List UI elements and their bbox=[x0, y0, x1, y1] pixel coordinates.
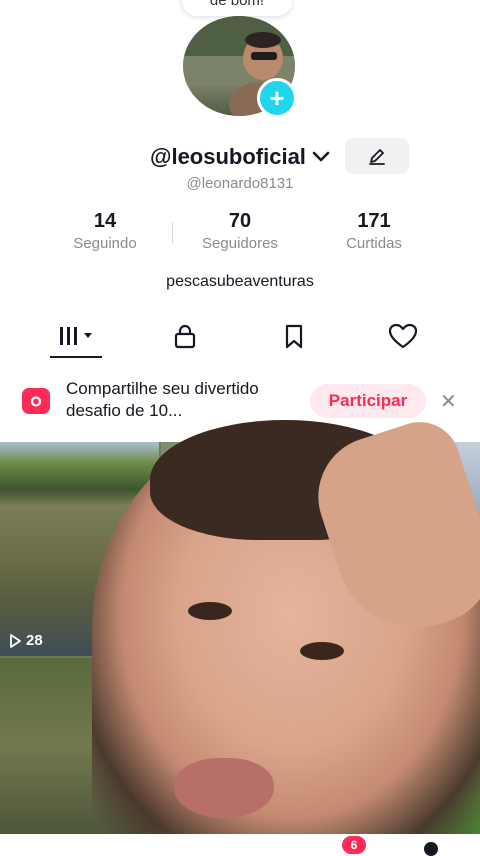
challenge-text: Compartilhe seu divertido desafio de 10.… bbox=[66, 379, 259, 420]
grid-icon bbox=[60, 327, 92, 345]
camera-preview-mouth bbox=[174, 758, 274, 818]
heart-icon bbox=[388, 323, 418, 349]
tab-private[interactable] bbox=[155, 318, 215, 354]
stat-likes[interactable]: 171 Curtidas bbox=[309, 210, 439, 252]
stat-value: 14 bbox=[93, 210, 117, 232]
stat-label: Seguindo bbox=[73, 235, 137, 252]
tooltip-text: de bom! bbox=[209, 0, 265, 9]
tooltip-bubble: de bom! bbox=[182, 0, 292, 16]
camera-preview-eye bbox=[188, 602, 232, 620]
profile-bio: pescasubeaventuras bbox=[166, 273, 314, 290]
stat-label: Curtidas bbox=[346, 235, 402, 252]
view-count: 28 bbox=[8, 632, 43, 649]
profile-tabs bbox=[0, 310, 480, 360]
stat-following[interactable]: 14 Seguindo bbox=[40, 210, 170, 252]
profile-stats: 14 Seguindo 70 Seguidores 171 Curtidas bbox=[0, 210, 480, 260]
view-count-value: 28 bbox=[26, 632, 43, 649]
bookmark-icon bbox=[285, 324, 303, 349]
stat-value: 171 bbox=[357, 210, 391, 232]
bottom-nav bbox=[0, 834, 480, 854]
tab-saved[interactable] bbox=[264, 318, 324, 354]
pencil-icon bbox=[369, 149, 385, 165]
stat-followers[interactable]: 70 Seguidores bbox=[175, 210, 305, 252]
play-icon bbox=[10, 633, 21, 648]
profile-username[interactable]: @leosuboficial bbox=[150, 144, 306, 170]
inbox-badge[interactable]: 6 bbox=[342, 836, 366, 854]
edit-profile-button[interactable] bbox=[345, 138, 409, 174]
camera-preview-eye bbox=[300, 642, 344, 660]
stat-value: 70 bbox=[228, 210, 252, 232]
participate-button[interactable]: Participar bbox=[310, 384, 426, 418]
stat-divider bbox=[172, 222, 173, 244]
tab-videos[interactable] bbox=[46, 318, 106, 354]
active-tab-indicator bbox=[50, 356, 102, 358]
profile-handle: @leonardo8131 bbox=[186, 175, 294, 192]
add-story-button[interactable]: + bbox=[257, 78, 297, 118]
chevron-down-icon[interactable] bbox=[312, 150, 330, 169]
stat-label: Seguidores bbox=[202, 235, 278, 252]
profile-avatar[interactable]: + bbox=[183, 16, 297, 118]
lock-icon bbox=[174, 324, 196, 349]
camera-icon bbox=[22, 388, 50, 414]
tab-liked[interactable] bbox=[373, 318, 433, 354]
close-icon[interactable]: ✕ bbox=[440, 389, 457, 414]
